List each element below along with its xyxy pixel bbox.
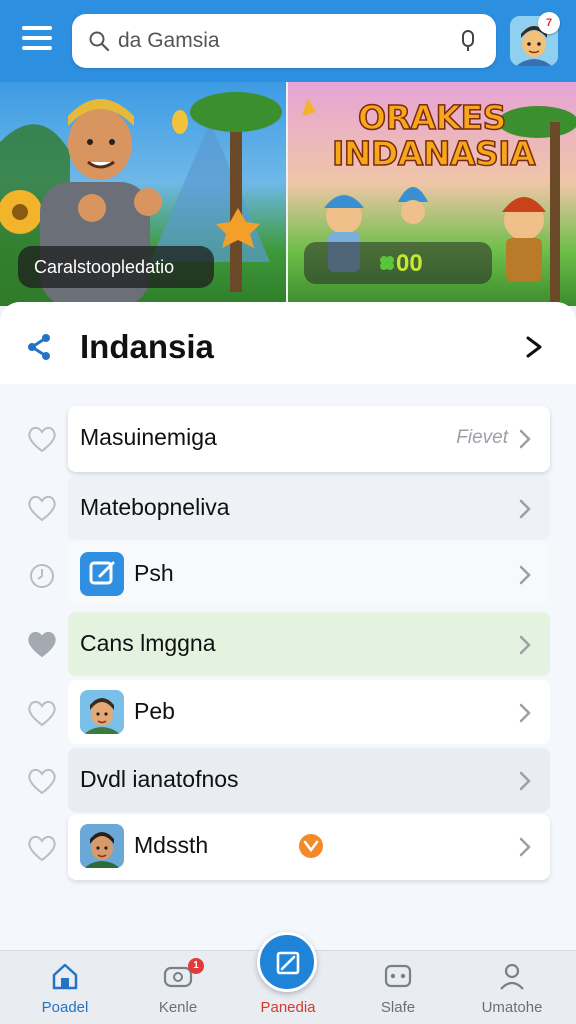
nav-label: Panedia — [260, 999, 316, 1016]
nav-label: Umatohe — [481, 999, 543, 1016]
nav-label: Kenle — [158, 999, 198, 1016]
list-item-label: Peb — [134, 698, 175, 724]
list-item[interactable]: Masuinemiga Fievet — [68, 406, 550, 472]
heart-icon[interactable] — [26, 766, 58, 796]
heart-filled-icon[interactable] — [26, 629, 58, 659]
banner-title-line2: INDANASIA — [331, 134, 536, 173]
list-item-label: Psh — [134, 560, 174, 586]
banner-game-title: ORAKES INDANASIA — [331, 98, 536, 173]
chevron-right-icon — [519, 429, 531, 449]
top-app-bar: 7 — [0, 0, 576, 82]
section-title: Indansia — [80, 328, 214, 365]
search-icon — [89, 31, 110, 52]
list-item-label: Masuinemiga — [80, 424, 217, 450]
edit-icon — [276, 951, 300, 975]
chevron-right-icon — [519, 565, 531, 585]
chevron-right-icon — [519, 837, 531, 857]
clock-icon[interactable] — [26, 561, 58, 591]
share-icon[interactable] — [26, 332, 54, 362]
chevron-right-icon[interactable] — [522, 334, 546, 360]
search-bar[interactable] — [72, 14, 496, 68]
list-item[interactable]: Cans lmggna — [68, 612, 550, 676]
list-item-meta: Fievet — [456, 427, 508, 448]
heart-icon[interactable] — [26, 493, 58, 523]
banner-score-pill: 00 — [304, 242, 492, 284]
chevron-right-icon — [519, 635, 531, 655]
nav-item-profile[interactable]: Umatohe — [462, 951, 562, 1024]
list-item[interactable]: Dvdl ianatofnos — [68, 748, 550, 812]
heart-icon[interactable] — [26, 833, 58, 863]
profile-icon — [500, 963, 524, 990]
hamburger-menu-icon[interactable] — [22, 26, 52, 50]
clover-icon — [380, 256, 394, 270]
edit-app-icon — [80, 552, 124, 596]
chevron-right-icon — [519, 499, 531, 519]
controller-icon — [384, 964, 412, 988]
list-item-label: Matebopneliva — [80, 494, 230, 520]
notification-badge: 7 — [538, 12, 560, 34]
nav-label: Poadel — [41, 999, 89, 1016]
heart-icon[interactable] — [26, 424, 58, 454]
microphone-icon[interactable] — [458, 29, 478, 53]
promo-banner-left[interactable]: Caralstoopledatio — [0, 82, 286, 306]
promo-banner-right[interactable]: ORAKES INDANASIA 00 — [288, 82, 576, 306]
nav-item-home[interactable]: Poadel — [15, 951, 115, 1024]
fox-icon — [299, 834, 323, 858]
heart-icon[interactable] — [26, 698, 58, 728]
search-input[interactable] — [118, 22, 448, 60]
character-app-icon — [80, 824, 124, 868]
banner-score: 00 — [396, 250, 423, 277]
list-item[interactable]: Peb — [68, 680, 550, 744]
section-header[interactable]: Indansia — [0, 302, 576, 384]
nav-label: Slafe — [380, 999, 416, 1016]
home-icon — [52, 963, 78, 990]
character-app-icon — [80, 690, 124, 734]
list-item[interactable]: Matebopneliva — [68, 476, 550, 540]
list-item[interactable]: Mdssth — [68, 814, 550, 880]
list-item-label: Dvdl ianatofnos — [80, 766, 239, 792]
list-item-label: Cans lmggna — [80, 630, 216, 656]
banner-title-line1: ORAKES — [357, 98, 507, 137]
list-item-label: Mdssth — [134, 832, 209, 858]
banner-caption: Caralstoopledatio — [18, 246, 214, 288]
create-fab-button[interactable] — [257, 932, 317, 992]
list-item[interactable]: Psh — [68, 542, 550, 606]
chevron-right-icon — [519, 703, 531, 723]
chevron-right-icon — [519, 771, 531, 791]
nav-item-games[interactable]: Kenle — [128, 951, 228, 1024]
nav-item-play[interactable]: Slafe — [348, 951, 448, 1024]
nav-badge: 1 — [188, 958, 204, 974]
